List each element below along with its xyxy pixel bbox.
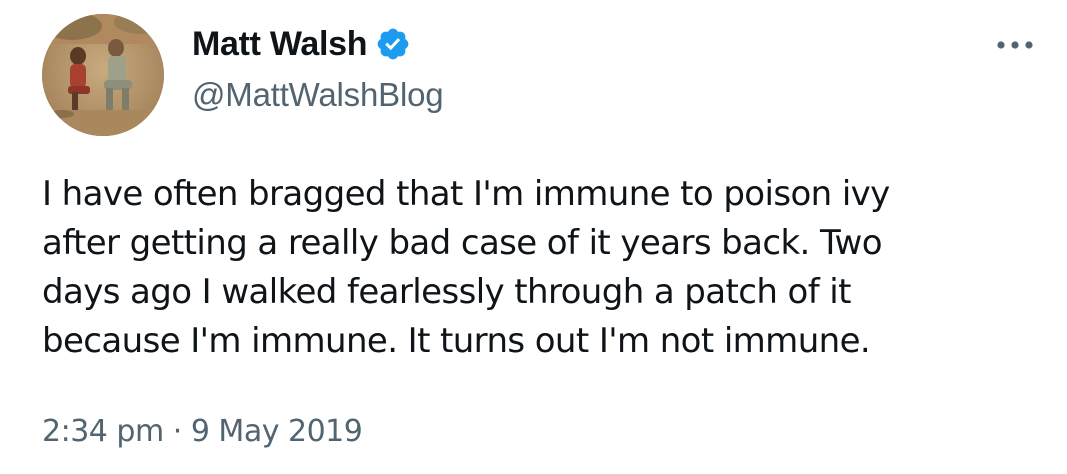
more-options-button[interactable] bbox=[990, 30, 1040, 60]
tweet-timestamp[interactable]: 2:34 pm · 9 May 2019 bbox=[42, 414, 363, 449]
avatar-photo bbox=[42, 14, 164, 136]
tweet-text: I have often bragged that I'm immune to … bbox=[42, 174, 890, 361]
avatar[interactable] bbox=[42, 14, 164, 136]
tweet-date: 9 May 2019 bbox=[190, 414, 363, 449]
verified-badge-icon bbox=[375, 26, 411, 62]
tweet-time: 2:34 pm bbox=[42, 414, 164, 449]
display-name[interactable]: Matt Walsh bbox=[192, 25, 367, 64]
timestamp-separator: · bbox=[172, 414, 183, 449]
handle[interactable]: @MattWalshBlog bbox=[192, 76, 444, 114]
more-options-icon bbox=[997, 41, 1033, 49]
author-block: Matt Walsh @MattWalshBlog bbox=[192, 22, 444, 114]
tweet-card: Matt Walsh @MattWalshBlog I have often b… bbox=[0, 0, 1067, 474]
display-name-row: Matt Walsh bbox=[192, 22, 443, 66]
